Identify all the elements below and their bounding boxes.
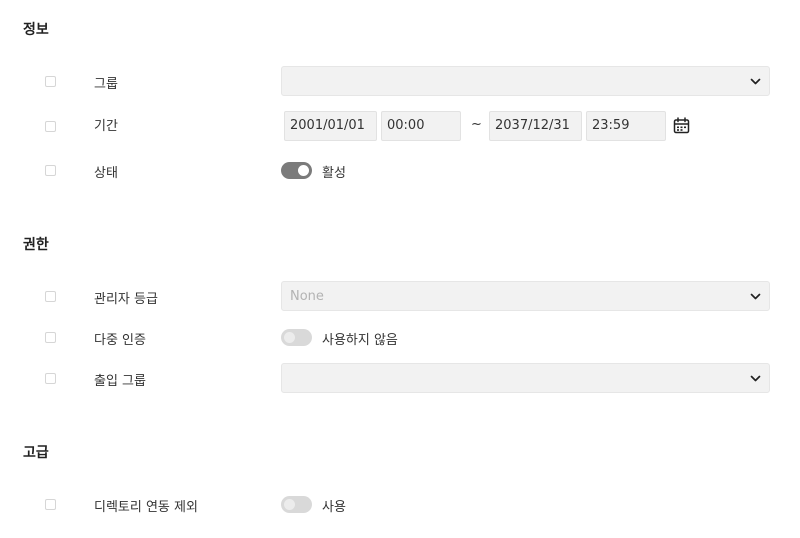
section-title-advanced: 고급 <box>23 445 49 461</box>
toggle-knob <box>284 499 295 510</box>
admin-level-label: 관리자 등급 <box>94 292 158 307</box>
access-group-label: 출입 그룹 <box>94 374 146 389</box>
status-toggle-label: 활성 <box>322 166 346 181</box>
period-separator: ~ <box>471 117 482 132</box>
directory-sync-toggle-label: 사용 <box>322 500 346 515</box>
directory-sync-toggle[interactable] <box>281 496 312 513</box>
toggle-knob <box>284 332 295 343</box>
start-time-input[interactable]: 00:00 <box>381 111 461 141</box>
group-label: 그룹 <box>94 77 118 92</box>
mfa-toggle-label: 사용하지 않음 <box>322 333 398 348</box>
directory-sync-checkbox[interactable] <box>45 499 56 510</box>
group-select[interactable] <box>281 66 770 96</box>
chevron-down-icon <box>750 375 761 382</box>
status-checkbox[interactable] <box>45 165 56 176</box>
group-checkbox[interactable] <box>45 76 56 87</box>
end-date-input[interactable]: 2037/12/31 <box>489 111 582 141</box>
access-group-checkbox[interactable] <box>45 373 56 384</box>
access-group-select[interactable] <box>281 363 770 393</box>
section-title-info: 정보 <box>23 22 49 38</box>
mfa-checkbox[interactable] <box>45 332 56 343</box>
admin-level-select[interactable]: None <box>281 281 770 311</box>
directory-sync-label: 디렉토리 연동 제외 <box>94 500 198 515</box>
mfa-label: 다중 인증 <box>94 333 146 348</box>
mfa-toggle[interactable] <box>281 329 312 346</box>
admin-level-select-value: None <box>290 289 324 304</box>
calendar-icon[interactable] <box>673 117 690 134</box>
period-checkbox[interactable] <box>45 121 56 132</box>
toggle-knob <box>298 165 309 176</box>
period-label: 기간 <box>94 119 118 134</box>
status-toggle[interactable] <box>281 162 312 179</box>
section-title-permission: 권한 <box>23 237 49 253</box>
status-label: 상태 <box>94 166 118 181</box>
admin-level-checkbox[interactable] <box>45 291 56 302</box>
start-date-input[interactable]: 2001/01/01 <box>284 111 377 141</box>
end-time-input[interactable]: 23:59 <box>586 111 666 141</box>
chevron-down-icon <box>750 293 761 300</box>
chevron-down-icon <box>750 78 761 85</box>
